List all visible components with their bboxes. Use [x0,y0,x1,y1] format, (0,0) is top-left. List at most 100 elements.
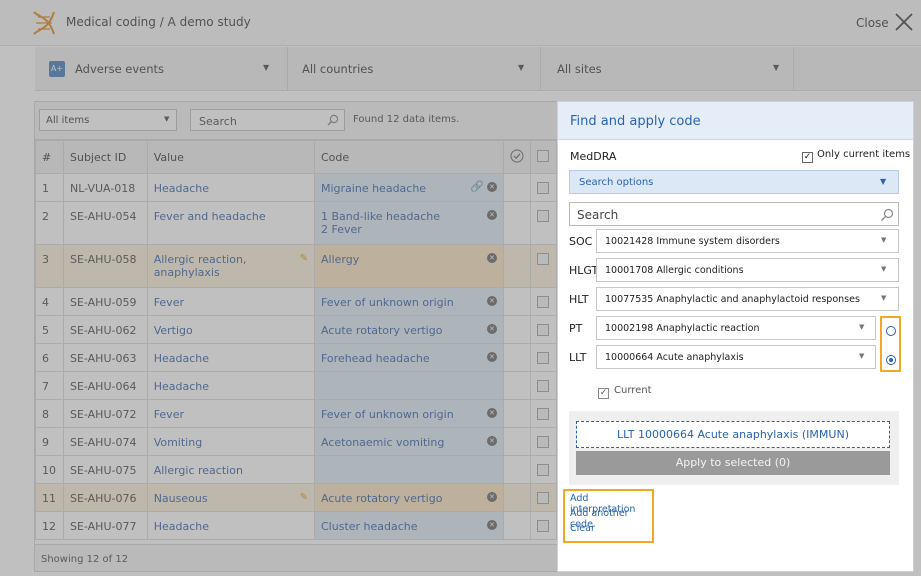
verbatim-value[interactable]: Headache [146,511,316,540]
verbatim-value[interactable]: Vomiting [146,427,316,456]
select-cell[interactable] [529,201,558,245]
verbatim-value[interactable]: Nauseous ✎ [146,483,316,512]
code-term[interactable]: 2 Fever [321,223,497,236]
verbatim-value[interactable]: Allergic reaction [146,455,316,484]
select-cell[interactable] [529,399,558,428]
row-checkbox[interactable] [537,324,550,336]
row-checkbox[interactable] [537,492,550,504]
code-cell[interactable] [314,455,504,484]
select-cell[interactable] [529,173,558,202]
code-term[interactable]: Forehead headache [321,352,430,365]
column-header-code[interactable]: Code [314,140,504,174]
code-cell[interactable]: Migraine headache 🔗 ✕ [314,173,504,202]
table-row[interactable]: 1 NL-VUA-018 Headache Migraine headache 🔗… [35,173,558,202]
pt-radio[interactable] [886,326,896,336]
remove-code-icon[interactable]: ✕ [486,296,497,306]
column-header-select-all[interactable] [529,140,558,174]
select-cell[interactable] [529,483,558,512]
table-row[interactable]: 4 SE-AHU-059 Fever Fever of unknown orig… [35,287,558,316]
table-search-input[interactable]: Search [190,109,345,131]
code-cell[interactable]: Acetonaemic vomiting ✕ [314,427,504,456]
remove-code-icon[interactable]: ✕ [486,520,497,530]
code-term[interactable]: Cluster headache [321,520,418,533]
apply-to-selected-button[interactable]: Apply to selected (0) [576,451,890,475]
search-options-dropdown[interactable]: Search options ▼ [569,170,899,194]
form-dropdown[interactable]: A+ Adverse events ▼ [35,47,288,91]
verbatim-value[interactable]: Vertigo [146,315,316,344]
paperclip-icon[interactable]: 🔗 [470,180,484,193]
select-cell[interactable] [529,287,558,316]
checkbox-checked-icon[interactable]: ✓ [598,388,609,399]
table-row[interactable]: 11 SE-AHU-076 Nauseous ✎ Acute rotatory v… [35,483,558,512]
verbatim-value[interactable]: Fever and headache [146,201,316,245]
row-checkbox[interactable] [537,253,550,265]
llt-radio[interactable] [886,355,896,365]
code-cell[interactable]: Acute rotatory vertigo ✕ [314,483,504,512]
select-cell[interactable] [529,371,558,400]
verbatim-value[interactable]: Headache [146,371,316,400]
hlgt-select[interactable]: 10001708 Allergic conditions ▼ [596,258,899,282]
select-cell[interactable] [529,343,558,372]
pencil-icon[interactable]: ✎ [300,253,308,264]
column-header-value[interactable]: Value [146,140,316,174]
verbatim-value[interactable]: Headache [146,173,316,202]
current-toggle[interactable]: ✓ Current [598,385,652,399]
code-term[interactable]: Fever of unknown origin [321,296,454,309]
checkbox-checked-icon[interactable]: ✓ [802,152,813,163]
verbatim-value[interactable]: Headache [146,343,316,372]
select-all-checkbox[interactable] [537,149,550,162]
code-term[interactable]: Acetonaemic vomiting [321,436,444,449]
row-checkbox[interactable] [537,408,550,420]
row-checkbox[interactable] [537,182,550,194]
verbatim-value[interactable]: Fever [146,399,316,428]
code-term[interactable]: Acute rotatory vertigo [321,324,442,337]
code-cell[interactable]: Cluster headache ✕ [314,511,504,540]
remove-code-icon[interactable]: ✕ [486,352,497,362]
select-cell[interactable] [529,455,558,484]
code-cell[interactable]: 1 Band-like headache 2 Fever ✕ [314,201,504,245]
pencil-icon[interactable]: ✎ [300,492,308,503]
select-cell[interactable] [529,511,558,540]
sites-dropdown[interactable]: All sites ▼ [541,47,794,91]
code-cell[interactable] [314,371,504,400]
table-row[interactable]: 5 SE-AHU-062 Vertigo Acute rotatory vert… [35,315,558,344]
remove-code-icon[interactable]: ✕ [486,324,497,334]
code-term[interactable]: Acute rotatory vertigo [321,492,442,505]
table-row[interactable]: 10 SE-AHU-075 Allergic reaction [35,455,558,484]
table-row[interactable]: 3 SE-AHU-058 Allergic reaction, anaphyla… [35,244,558,288]
table-row[interactable]: 8 SE-AHU-072 Fever Fever of unknown orig… [35,399,558,428]
code-cell[interactable]: Fever of unknown origin ✕ [314,399,504,428]
code-cell[interactable]: Fever of unknown origin ✕ [314,287,504,316]
row-checkbox[interactable] [537,436,550,448]
table-row[interactable]: 12 SE-AHU-077 Headache Cluster headache ✕ [35,511,558,540]
column-header-number[interactable]: # [35,140,64,174]
select-cell[interactable] [529,427,558,456]
row-checkbox[interactable] [537,380,550,392]
remove-code-icon[interactable]: ✕ [486,210,497,220]
table-row[interactable]: 2 SE-AHU-054 Fever and headache 1 Band-l… [35,201,558,245]
code-cell[interactable]: Forehead headache ✕ [314,343,504,372]
remove-code-icon[interactable]: ✕ [486,253,497,263]
select-cell[interactable] [529,315,558,344]
select-cell[interactable] [529,244,558,288]
countries-dropdown[interactable]: All countries ▼ [288,47,541,91]
soc-select[interactable]: 10021428 Immune system disorders ▼ [596,229,899,253]
items-filter-select[interactable]: All items ▼ [39,109,177,131]
remove-code-icon[interactable]: ✕ [486,182,497,192]
remove-code-icon[interactable]: ✕ [486,492,497,502]
code-cell[interactable]: Acute rotatory vertigo ✕ [314,315,504,344]
pt-select[interactable]: 10002198 Anaphylactic reaction ▼ [596,316,876,340]
row-checkbox[interactable] [537,210,550,222]
code-term[interactable]: Fever of unknown origin [321,408,454,421]
table-row[interactable]: 9 SE-AHU-074 Vomiting Acetonaemic vomiti… [35,427,558,456]
selected-code-button[interactable]: LLT 10000664 Acute anaphylaxis (IMMUN) [576,421,890,448]
row-checkbox[interactable] [537,296,550,308]
verbatim-value[interactable]: Allergic reaction, anaphylaxis ✎ [146,244,316,288]
column-header-approved[interactable] [502,140,531,174]
code-term[interactable]: Allergy [321,253,359,266]
table-row[interactable]: 7 SE-AHU-064 Headache [35,371,558,400]
code-term[interactable]: Migraine headache [321,182,426,195]
llt-select[interactable]: 10000664 Acute anaphylaxis ▼ [596,345,876,369]
code-cell[interactable]: Allergy ✕ [314,244,504,288]
row-checkbox[interactable] [537,520,550,532]
